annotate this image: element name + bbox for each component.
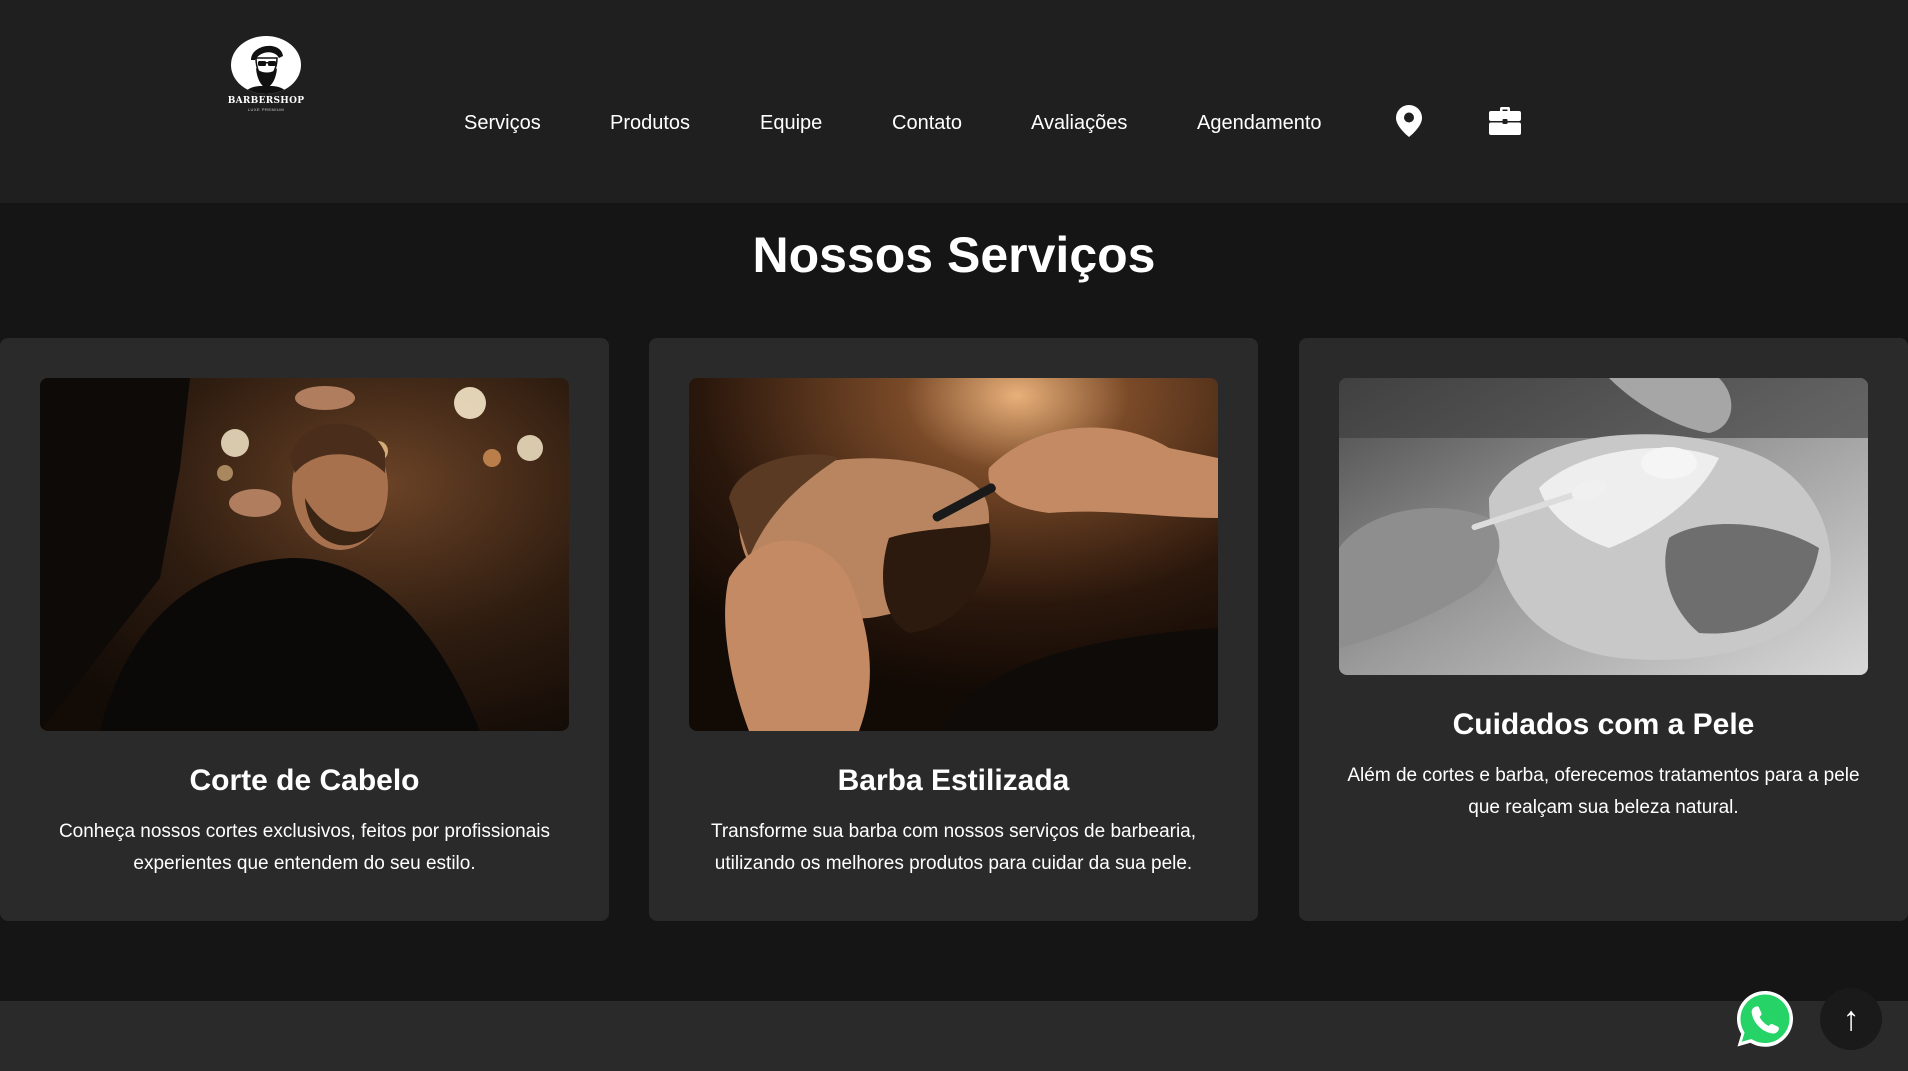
nav-link-avaliacoes[interactable]: Avaliações xyxy=(1031,112,1127,135)
haircut-photo xyxy=(40,378,569,731)
beard-shave-photo xyxy=(689,378,1218,731)
nav-link-contato[interactable]: Contato xyxy=(892,112,962,135)
service-card-beard: Barba Estilizada Transforme sua barba co… xyxy=(649,338,1258,921)
map-pin-icon[interactable] xyxy=(1392,104,1426,138)
nav-link-servicos[interactable]: Serviços xyxy=(464,112,541,135)
service-card-haircut: Corte de Cabelo Conheça nossos cortes ex… xyxy=(0,338,609,921)
card-title: Corte de Cabelo xyxy=(189,764,420,797)
card-title: Cuidados com a Pele xyxy=(1452,708,1755,741)
card-description: Conheça nossos cortes exclusivos, feitos… xyxy=(58,821,551,874)
nav-link-equipe[interactable]: Equipe xyxy=(760,112,822,135)
skin-care-photo xyxy=(1339,378,1868,675)
site-header: BARBERSHOP LUXE PREMIUM Serviços Produto… xyxy=(0,0,1908,203)
brand-tagline: LUXE PREMIUM xyxy=(247,107,285,112)
brand-logo[interactable]: BARBERSHOP LUXE PREMIUM xyxy=(228,36,304,112)
card-title: Barba Estilizada xyxy=(837,764,1070,797)
briefcase-icon[interactable] xyxy=(1488,104,1522,138)
nav-link-agendamento[interactable]: Agendamento xyxy=(1197,112,1322,135)
services-section-title: Nossos Serviços xyxy=(752,227,1156,283)
barber-logo-icon xyxy=(231,36,301,94)
service-card-skin: Cuidados com a Pele Além de cortes e bar… xyxy=(1299,338,1908,921)
whatsapp-icon[interactable] xyxy=(1734,988,1796,1050)
footer xyxy=(0,1001,1908,1071)
card-description: Além de cortes e barba, oferecemos trata… xyxy=(1347,765,1860,818)
nav-link-produtos[interactable]: Produtos xyxy=(610,112,690,135)
scroll-top-button[interactable]: ↑ xyxy=(1820,988,1882,1050)
brand-name: BARBERSHOP xyxy=(227,96,305,106)
card-description: Transforme sua barba com nossos serviços… xyxy=(710,821,1197,874)
